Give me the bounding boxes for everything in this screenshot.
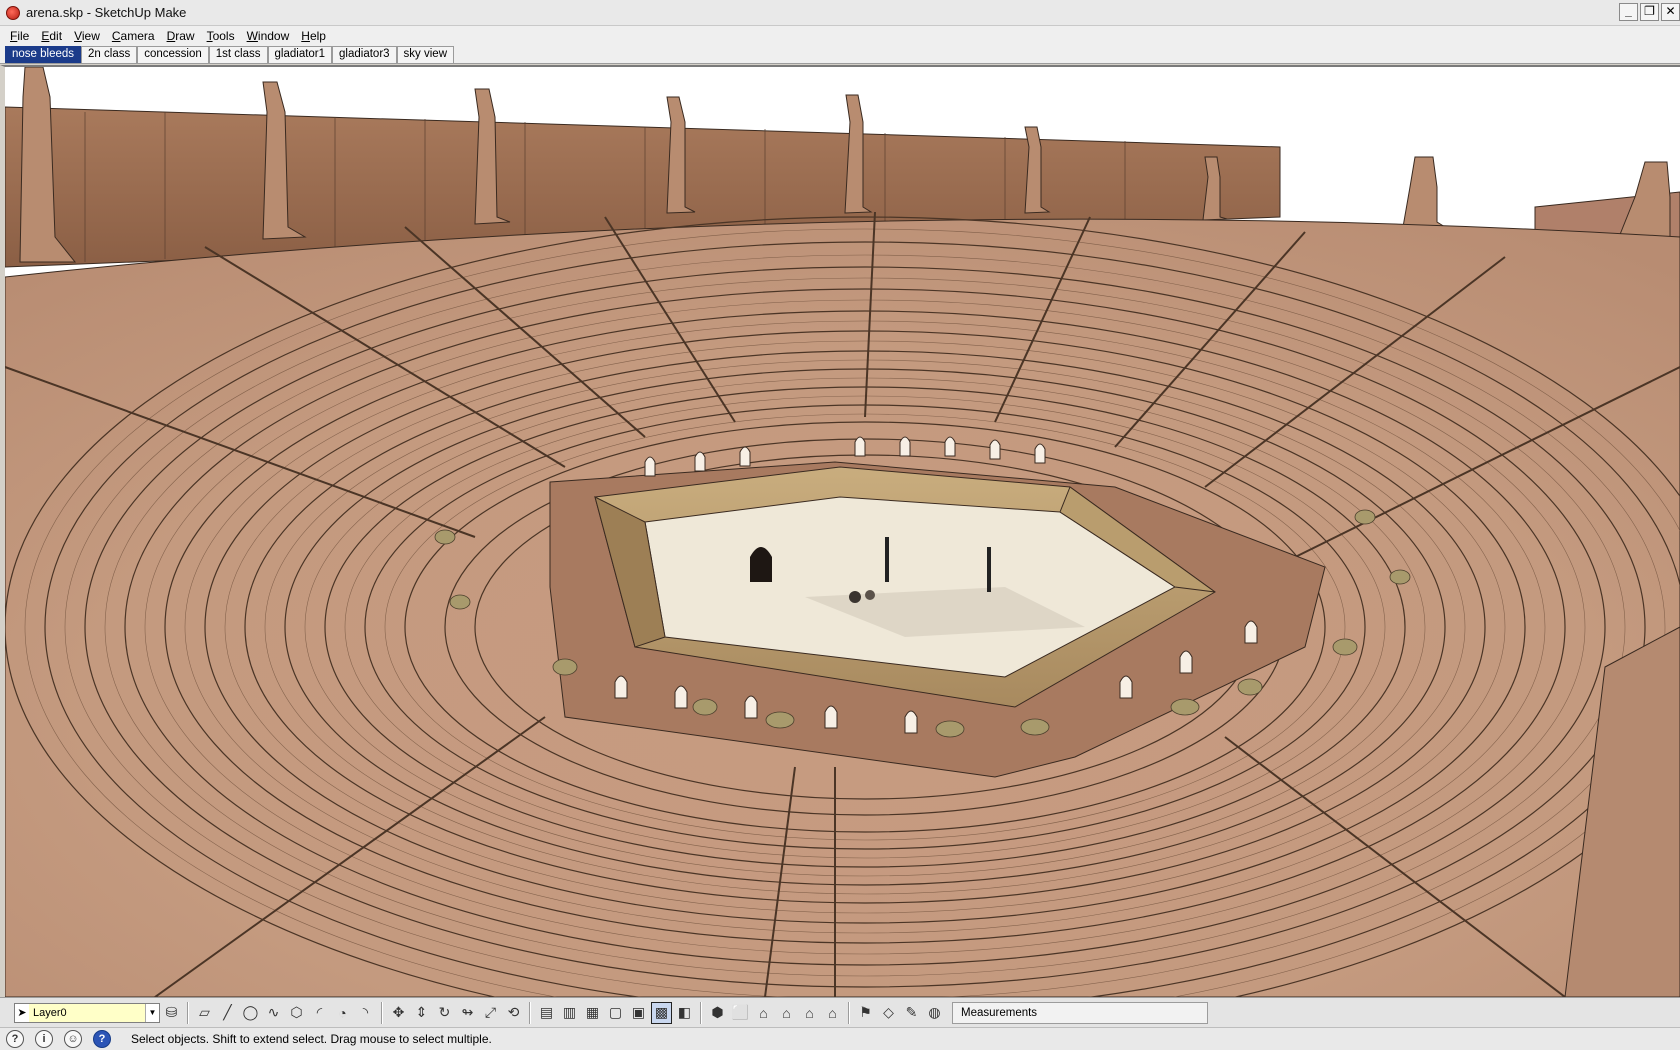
gladiator-figure (849, 591, 861, 603)
toolbar-separator (187, 1001, 189, 1024)
toolbar-separator (381, 1001, 383, 1024)
scene-tab-gladiator3[interactable]: gladiator3 (332, 46, 397, 63)
arena-gate (750, 547, 772, 582)
rectangle-tool-icon[interactable]: ▱ (194, 1002, 215, 1024)
menu-bar: File Edit View Camera Draw Tools Window … (0, 26, 1680, 46)
menu-file[interactable]: File (4, 29, 35, 43)
model-viewport[interactable] (0, 65, 1680, 997)
back-view-icon[interactable]: ⌂ (799, 1002, 820, 1024)
toggle-terrain-icon[interactable]: ◇ (878, 1002, 899, 1024)
add-location-icon[interactable]: ⚑ (855, 1002, 876, 1024)
menu-window[interactable]: Window (241, 29, 296, 43)
menu-view[interactable]: View (68, 29, 106, 43)
push-pull-tool-icon[interactable]: ⇕ (411, 1002, 432, 1024)
menu-camera[interactable]: Camera (106, 29, 161, 43)
pie-tool-icon[interactable]: ◔ (332, 1002, 353, 1024)
shaded-style-icon[interactable]: ▣ (628, 1002, 649, 1024)
user-account-icon[interactable]: ☺ (64, 1030, 82, 1048)
line-tool-icon[interactable]: ╱ (217, 1002, 238, 1024)
polygon-tool-icon[interactable]: ⬡ (286, 1002, 307, 1024)
menu-tools[interactable]: Tools (201, 29, 241, 43)
scene-tab-concession[interactable]: concession (137, 46, 209, 63)
two-point-arc-icon[interactable]: ◝ (355, 1002, 376, 1024)
sketchup-logo-icon (6, 5, 20, 20)
credits-info-icon[interactable]: i (35, 1030, 53, 1048)
top-view-icon[interactable]: ⬜ (730, 1002, 751, 1024)
chevron-down-icon[interactable]: ▼ (145, 1003, 159, 1022)
scene-tab-2n-class[interactable]: 2n class (81, 46, 138, 63)
preview-in-earth-icon[interactable]: ◍ (924, 1002, 945, 1024)
monochrome-style-icon[interactable]: ◧ (674, 1002, 695, 1024)
close-button[interactable]: ✕ (1661, 3, 1680, 21)
scene-tab-gladiator1[interactable]: gladiator1 (267, 46, 333, 63)
iso-view-icon[interactable]: ⬢ (707, 1002, 728, 1024)
xray-style-icon[interactable]: ▤ (536, 1002, 557, 1024)
status-message: Select objects. Shift to extend select. … (131, 1032, 492, 1046)
arena-post (885, 537, 889, 582)
toolbar-separator (848, 1001, 850, 1024)
back-edges-style-icon[interactable]: ▥ (559, 1002, 580, 1024)
cursor-arrow-icon: ➤ (17, 1007, 27, 1019)
scene-tab-1st-class[interactable]: 1st class (208, 46, 268, 63)
scene-tab-nose-bleeds[interactable]: nose bleeds (5, 46, 82, 63)
follow-me-tool-icon[interactable]: ↬ (457, 1002, 478, 1024)
wireframe-style-icon[interactable]: ▦ (582, 1002, 603, 1024)
move-tool-icon[interactable]: ✥ (388, 1002, 409, 1024)
status-bar: ? i ☺ ? Select objects. Shift to extend … (0, 1027, 1680, 1050)
minimize-button[interactable]: _ (1619, 3, 1638, 21)
freehand-tool-icon[interactable]: ∿ (263, 1002, 284, 1024)
offset-tool-icon[interactable]: ⟲ (503, 1002, 524, 1024)
arena-model-render (5, 67, 1680, 997)
circle-tool-icon[interactable]: ◯ (240, 1002, 261, 1024)
arc-tool-icon[interactable]: ◜ (309, 1002, 330, 1024)
left-view-icon[interactable]: ⌂ (822, 1002, 843, 1024)
gladiator-figure (865, 590, 875, 600)
scale-tool-icon[interactable]: ⤢ (480, 1002, 501, 1024)
menu-draw[interactable]: Draw (161, 29, 201, 43)
arena-post (987, 547, 991, 592)
restore-button[interactable]: ❐ (1640, 3, 1659, 21)
layer-manager-icon[interactable]: ⛁ (161, 1002, 182, 1024)
rotate-tool-icon[interactable]: ↻ (434, 1002, 455, 1024)
layer-dropdown[interactable]: ➤ Layer0 ▼ (14, 1002, 160, 1023)
geo-location-icon[interactable]: ? (6, 1030, 24, 1048)
measurements-box[interactable]: Measurements (952, 1001, 1208, 1024)
menu-edit[interactable]: Edit (35, 29, 68, 43)
window-controls: _ ❐ ✕ (1619, 3, 1680, 21)
bottom-toolbar: ➤ Layer0 ▼ ⛁ ▱ ╱ ◯ ∿ ⬡ ◜ ◔ ◝ ✥ ⇕ ↻ ↬ ⤢ ⟲… (0, 997, 1680, 1027)
photo-textures-icon[interactable]: ✎ (901, 1002, 922, 1024)
layer-value: Layer0 (29, 1003, 145, 1022)
toolbar-separator (529, 1001, 531, 1024)
shaded-textures-style-icon[interactable]: ▩ (651, 1001, 672, 1024)
scene-tab-sky-view[interactable]: sky view (396, 46, 454, 63)
front-view-icon[interactable]: ⌂ (753, 1002, 774, 1024)
window-title: arena.skp - SketchUp Make (26, 5, 187, 20)
title-bar: arena.skp - SketchUp Make _ ❐ ✕ (0, 0, 1680, 26)
scene-tabs: nose bleeds 2n class concession 1st clas… (0, 46, 1680, 64)
toolbar-separator (700, 1001, 702, 1024)
help-icon[interactable]: ? (93, 1030, 111, 1048)
hidden-line-style-icon[interactable]: ▢ (605, 1002, 626, 1024)
right-view-icon[interactable]: ⌂ (776, 1002, 797, 1024)
menu-help[interactable]: Help (295, 29, 332, 43)
